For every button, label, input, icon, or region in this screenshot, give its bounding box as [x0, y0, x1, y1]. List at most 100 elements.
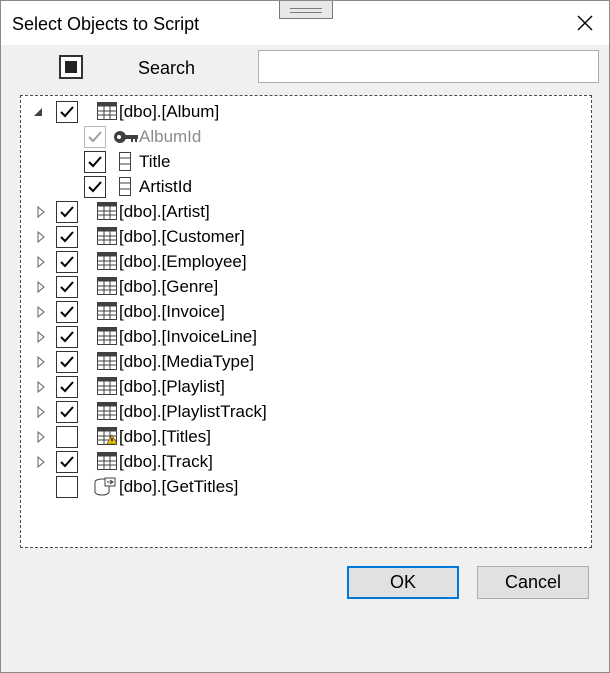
checkmark-icon — [60, 206, 74, 218]
tree-item-label: [dbo].[MediaType] — [119, 352, 255, 371]
table-icon — [97, 452, 117, 470]
checkbox[interactable] — [56, 301, 78, 323]
checkmark-icon — [60, 281, 74, 293]
tree-item-label: AlbumId — [139, 127, 202, 146]
tree-item-table[interactable]: [dbo].[Track] — [21, 450, 581, 475]
table-icon — [97, 277, 117, 295]
search-input[interactable] — [258, 50, 599, 83]
table-icon — [97, 252, 117, 270]
table-icon — [97, 227, 117, 245]
checkbox[interactable] — [56, 426, 78, 448]
close-button[interactable] — [567, 7, 603, 39]
tree-item-label: [dbo].[Titles] — [119, 427, 211, 446]
collapsed-arrow-icon[interactable] — [35, 256, 47, 268]
tree-item-label: [dbo].[Customer] — [119, 227, 245, 246]
collapsed-arrow-icon[interactable] — [35, 281, 47, 293]
checkmark-icon — [60, 106, 74, 118]
checkmark-icon — [88, 181, 102, 193]
collapsed-arrow-icon[interactable] — [35, 406, 47, 418]
checkbox-album[interactable] — [56, 101, 78, 123]
tree-item-label: [dbo].[InvoiceLine] — [119, 327, 257, 346]
checkbox-title[interactable] — [84, 151, 106, 173]
search-label: Search — [138, 58, 196, 78]
collapsed-arrow-icon[interactable] — [35, 231, 47, 243]
tree-item-table[interactable]: [dbo].[Customer] — [21, 225, 581, 250]
tree-item-label: ArtistId — [139, 177, 192, 196]
ok-button[interactable]: OK — [347, 566, 459, 599]
tree-item-table[interactable]: [dbo].[InvoiceLine] — [21, 325, 581, 350]
table-icon — [97, 352, 117, 370]
tree-item-table[interactable]: [dbo].[MediaType] — [21, 350, 581, 375]
checkbox-gettitles[interactable] — [56, 476, 78, 498]
tree-item-table[interactable]: [dbo].[Artist] — [21, 200, 581, 225]
checkbox[interactable] — [56, 201, 78, 223]
select-objects-dialog: Select Objects to Script Search [dbo].[A… — [0, 0, 610, 673]
checkbox[interactable] — [56, 326, 78, 348]
collapsed-arrow-icon[interactable] — [35, 431, 47, 443]
collapsed-arrow-icon[interactable] — [35, 456, 47, 468]
table-icon — [97, 327, 117, 345]
tree-item-label: [dbo].[GetTitles] — [119, 477, 239, 496]
table-icon — [97, 202, 117, 220]
checkmark-icon — [60, 306, 74, 318]
object-tree[interactable]: [dbo].[Album] AlbumId Title ArtistId [db… — [20, 95, 592, 548]
table-icon — [97, 302, 117, 320]
tree-item-table[interactable]: [dbo].[Titles] — [21, 425, 581, 450]
tree-item-table[interactable]: [dbo].[PlaylistTrack] — [21, 400, 581, 425]
tree-item-procedure[interactable]: [dbo].[GetTitles] — [21, 475, 581, 500]
tree-item-label: [dbo].[PlaylistTrack] — [119, 402, 267, 421]
tree-item-table[interactable]: [dbo].[Genre] — [21, 275, 581, 300]
collapsed-arrow-icon[interactable] — [35, 306, 47, 318]
checkbox[interactable] — [56, 451, 78, 473]
collapsed-arrow-icon[interactable] — [35, 206, 47, 218]
checkmark-icon — [88, 131, 102, 143]
checkbox[interactable] — [56, 226, 78, 248]
checkbox-albumid[interactable] — [84, 126, 106, 148]
checkmark-icon — [60, 231, 74, 243]
collapsed-arrow-icon[interactable] — [35, 331, 47, 343]
stored-procedure-icon — [94, 477, 116, 496]
checkmark-icon — [88, 156, 102, 168]
checkbox[interactable] — [56, 276, 78, 298]
tree-item-column-artistid[interactable]: ArtistId — [21, 175, 581, 200]
tree-item-table[interactable]: [dbo].[Employee] — [21, 250, 581, 275]
tree-item-label: [dbo].[Album] — [119, 102, 220, 121]
tree-item-label: [dbo].[Artist] — [119, 202, 210, 221]
tree-item-label: [dbo].[Employee] — [119, 252, 247, 271]
table-warning-icon — [97, 427, 117, 445]
tree-item-label: Title — [139, 152, 171, 171]
checkmark-icon — [60, 256, 74, 268]
title-bar[interactable]: Select Objects to Script — [1, 1, 609, 45]
tree-item-column-albumid[interactable]: AlbumId — [21, 125, 581, 150]
collapsed-arrow-icon[interactable] — [35, 356, 47, 368]
table-icon — [97, 377, 117, 395]
checkbox-artistid[interactable] — [84, 176, 106, 198]
tree-item-table[interactable]: [dbo].[Invoice] — [21, 300, 581, 325]
collapsed-arrow-icon[interactable] — [35, 381, 47, 393]
tree-item-label: [dbo].[Track] — [119, 452, 213, 471]
checkbox[interactable] — [56, 376, 78, 398]
tree-item-label: [dbo].[Invoice] — [119, 302, 225, 321]
checkbox[interactable] — [56, 351, 78, 373]
checkmark-icon — [60, 381, 74, 393]
column-icon — [119, 152, 131, 171]
drag-handle[interactable] — [279, 1, 333, 19]
tree-item-column-title[interactable]: Title — [21, 150, 581, 175]
column-icon — [119, 177, 131, 196]
checkbox[interactable] — [56, 401, 78, 423]
cancel-button[interactable]: Cancel — [477, 566, 589, 599]
checkmark-icon — [60, 331, 74, 343]
tree-item-album[interactable]: [dbo].[Album] — [21, 100, 581, 125]
indeterminate-mark-icon — [65, 61, 77, 73]
primary-key-icon — [114, 131, 138, 143]
checkmark-icon — [60, 406, 74, 418]
tree-item-label: [dbo].[Playlist] — [119, 377, 225, 396]
expanded-arrow-icon[interactable] — [33, 106, 45, 118]
table-icon — [97, 402, 117, 420]
checkmark-icon — [60, 356, 74, 368]
tree-item-label: [dbo].[Genre] — [119, 277, 219, 296]
checkbox[interactable] — [56, 251, 78, 273]
select-all-toggle[interactable] — [59, 55, 83, 79]
tree-item-table[interactable]: [dbo].[Playlist] — [21, 375, 581, 400]
table-icon — [97, 102, 117, 120]
